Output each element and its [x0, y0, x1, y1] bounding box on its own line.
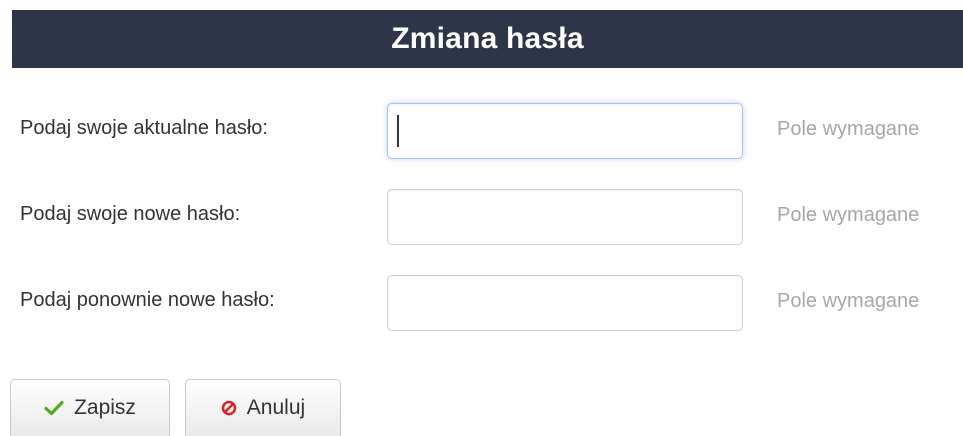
- checkmark-icon: [44, 400, 64, 416]
- new-password-input[interactable]: [387, 189, 743, 245]
- prohibited-icon: [221, 400, 237, 416]
- current-password-required-hint: Pole wymagane: [777, 118, 920, 140]
- confirm-password-input[interactable]: [387, 275, 743, 331]
- confirm-password-row: Podaj ponownie nowe hasło: Pole wymagane: [0, 275, 963, 333]
- header-bar: Zmiana hasła: [12, 10, 963, 68]
- save-button-label: Zapisz: [74, 396, 136, 419]
- confirm-password-required-hint: Pole wymagane: [777, 290, 920, 312]
- page-title: Zmiana hasła: [391, 22, 584, 55]
- current-password-label: Podaj swoje aktualne hasło:: [20, 117, 268, 139]
- confirm-password-label: Podaj ponownie nowe hasło:: [20, 289, 275, 311]
- new-password-required-hint: Pole wymagane: [777, 204, 920, 226]
- change-password-page: Zmiana hasła Podaj swoje aktualne hasło:…: [0, 0, 963, 436]
- current-password-input[interactable]: [387, 103, 743, 159]
- cancel-button[interactable]: Anuluj: [185, 379, 341, 436]
- cancel-button-label: Anuluj: [246, 396, 306, 419]
- save-button[interactable]: Zapisz: [10, 379, 170, 436]
- new-password-row: Podaj swoje nowe hasło: Pole wymagane: [0, 189, 963, 247]
- text-caret: [397, 115, 399, 147]
- new-password-label: Podaj swoje nowe hasło:: [20, 203, 241, 225]
- current-password-row: Podaj swoje aktualne hasło: Pole wymagan…: [0, 103, 963, 161]
